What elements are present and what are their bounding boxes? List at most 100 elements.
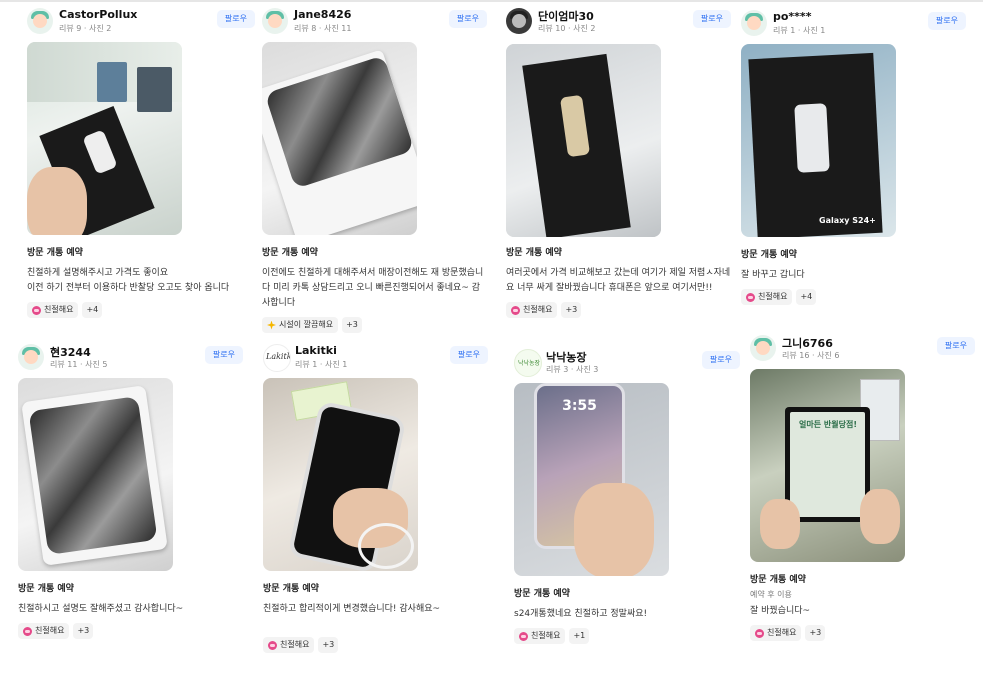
visit-tag: 방문 개통 예약 — [27, 248, 83, 258]
keyword-badges: 친절해요 +3 — [750, 625, 975, 641]
review-header: 현3244 리뷰 11 · 사진 5 팔로우 — [18, 344, 243, 378]
reviewer-name[interactable]: Lakitki — [295, 344, 337, 357]
reviewer-name[interactable]: CastorPollux — [59, 8, 137, 21]
review-text: 친절하시고 설명도 잘해주셨고 감사합니다~ — [18, 604, 184, 614]
review-card: Jane8426 리뷰 8 · 사진 11 팔로우 방문 개통 예약 이전에도 … — [262, 8, 487, 333]
review-card: 그니6766 리뷰 16 · 사진 6 팔로우 얼마든 반월당점! 방문 개통 … — [750, 335, 975, 641]
review-photo[interactable]: Galaxy S24+ — [741, 44, 896, 237]
review-card: 단이엄마30 리뷰 10 · 사진 2 팔로우 방문 개통 예약 여러곳에서 가… — [506, 8, 731, 318]
reviewer-name[interactable]: 그니6766 — [782, 335, 833, 351]
reviewer-stats: 리뷰 16 · 사진 6 — [782, 351, 840, 360]
review-header: 단이엄마30 리뷰 10 · 사진 2 팔로우 — [506, 8, 731, 42]
review-photo[interactable] — [262, 42, 417, 235]
reviewer-stats: 리뷰 11 · 사진 5 — [50, 360, 108, 369]
reviewer-stats: 리뷰 1 · 사진 1 — [295, 360, 348, 369]
review-text: 잘 바꾸고 갑니다 — [741, 270, 805, 280]
reviewer-stats: 리뷰 10 · 사진 2 — [538, 24, 596, 33]
sparkle-icon — [267, 320, 276, 330]
review-subtag: 예약 후 이용 — [750, 590, 792, 599]
reviewer-stats: 리뷰 3 · 사진 3 — [546, 365, 599, 374]
avatar[interactable]: 낙낙농장 — [514, 349, 542, 377]
avatar[interactable] — [750, 335, 776, 361]
review-text: 이전에도 친절하게 대해주셔서 매장이전해도 재 방문했습니다 미리 카톡 상담… — [262, 268, 484, 308]
follow-button[interactable]: 팔로우 — [692, 10, 731, 28]
avatar-logo-text: Lakitki — [266, 352, 290, 361]
review-header: 낙낙농장 낙낙농장 리뷰 3 · 사진 3 팔로우 — [514, 349, 740, 383]
reviewer-name[interactable]: 단이엄마30 — [538, 8, 594, 24]
more-keywords[interactable]: +3 — [318, 637, 339, 653]
heart-icon — [746, 292, 755, 302]
review-photo[interactable]: 얼마든 반월당점! — [750, 369, 905, 562]
avatar[interactable] — [262, 8, 288, 34]
avatar[interactable] — [506, 8, 532, 34]
review-photo[interactable] — [27, 42, 182, 235]
avatar-logo-text: 낙낙농장 — [518, 360, 541, 367]
keyword-badges: 친절해요 +3 — [506, 302, 731, 318]
keyword-badge: 친절해요 — [741, 289, 793, 305]
visit-tag: 방문 개통 예약 — [263, 584, 319, 594]
more-keywords[interactable]: +1 — [569, 628, 590, 644]
keyword-badges: 친절해요 +4 — [27, 302, 255, 318]
visit-tag: 방문 개통 예약 — [506, 248, 562, 258]
review-card: 현3244 리뷰 11 · 사진 5 팔로우 방문 개통 예약 친절하시고 설명… — [18, 344, 243, 639]
keyword-badge: 친절해요 — [514, 628, 566, 644]
more-keywords[interactable]: +3 — [73, 623, 94, 639]
visit-tag: 방문 개통 예약 — [741, 250, 797, 260]
reviewer-name[interactable]: po**** — [773, 10, 811, 23]
reviewer-name[interactable]: 현3244 — [50, 344, 91, 360]
keyword-badges: 친절해요 +1 — [514, 628, 740, 644]
reviewer-name[interactable]: 낙낙농장 — [546, 349, 586, 365]
visit-tag: 방문 개통 예약 — [262, 248, 318, 258]
follow-button[interactable]: 팔로우 — [936, 337, 975, 355]
review-card: CastorPollux 리뷰 9 · 사진 2 팔로우 방문 개통 예약 친절… — [27, 8, 255, 318]
review-header: 그니6766 리뷰 16 · 사진 6 팔로우 — [750, 335, 975, 369]
heart-icon — [268, 640, 277, 650]
follow-button[interactable]: 팔로우 — [216, 10, 255, 28]
review-text: 친절하게 설명해주시고 가격도 좋이요 이전 하기 전부터 이용하다 반찰당 오… — [27, 268, 230, 293]
review-header: CastorPollux 리뷰 9 · 사진 2 팔로우 — [27, 8, 255, 42]
heart-icon — [519, 631, 528, 641]
follow-button[interactable]: 팔로우 — [449, 346, 488, 364]
keyword-badges: 친절해요 +3 — [263, 637, 488, 653]
more-keywords[interactable]: +3 — [342, 317, 362, 333]
follow-button[interactable]: 팔로우 — [204, 346, 243, 364]
review-text: s24개통했네요 친절하고 정말싸요! — [514, 609, 648, 619]
top-divider — [0, 0, 983, 2]
review-header: Lakitki Lakitki 리뷰 1 · 사진 1 팔로우 — [263, 344, 488, 378]
follow-button[interactable]: 팔로우 — [701, 351, 740, 369]
review-text: 여러곳에서 가격 비교해보고 갔는데 여기가 제일 저렴ㅅ자네요 너무 싸게 잘… — [506, 268, 731, 293]
avatar[interactable] — [18, 344, 44, 370]
reviewer-name[interactable]: Jane8426 — [294, 8, 351, 21]
more-keywords[interactable]: +4 — [82, 302, 103, 318]
review-text: 잘 바꿨습니다~ — [750, 606, 811, 616]
keyword-badge: 시설이 깔끔해요 — [262, 317, 339, 333]
keyword-badge: 친절해요 — [263, 637, 315, 653]
review-text: 친절하고 합리적이게 변경했습니다! 감사해요~ — [263, 604, 441, 614]
visit-tag: 방문 개통 예약 — [750, 575, 806, 585]
follow-button[interactable]: 팔로우 — [927, 12, 966, 30]
review-photo[interactable] — [18, 378, 173, 571]
heart-icon — [32, 305, 41, 315]
heart-icon — [511, 305, 520, 315]
avatar[interactable] — [27, 8, 53, 34]
review-card: po**** 리뷰 1 · 사진 1 팔로우 Galaxy S24+ 방문 개통… — [741, 10, 966, 305]
keyword-badge: 친절해요 — [750, 625, 802, 641]
avatar[interactable]: Lakitki — [263, 344, 291, 372]
more-keywords[interactable]: +3 — [805, 625, 826, 641]
review-header: po**** 리뷰 1 · 사진 1 팔로우 — [741, 10, 966, 44]
follow-button[interactable]: 팔로우 — [448, 10, 487, 28]
more-keywords[interactable]: +4 — [796, 289, 817, 305]
more-keywords[interactable]: +3 — [561, 302, 582, 318]
lockscreen-clock: 3:55 — [562, 398, 597, 414]
keyword-badges: 시설이 깔끔해요 +3 — [262, 317, 487, 333]
review-photo[interactable] — [506, 44, 661, 237]
review-photo[interactable] — [263, 378, 418, 571]
avatar[interactable] — [741, 10, 767, 36]
photo-sign-text: 얼마든 반월당점! — [799, 420, 857, 429]
keyword-badges: 친절해요 +4 — [741, 289, 966, 305]
reviewer-stats: 리뷰 1 · 사진 1 — [773, 26, 826, 35]
review-header: Jane8426 리뷰 8 · 사진 11 팔로우 — [262, 8, 487, 42]
review-photo[interactable]: 3:55 — [514, 383, 669, 576]
keyword-badge: 친절해요 — [18, 623, 70, 639]
reviewer-stats: 리뷰 8 · 사진 11 — [294, 24, 352, 33]
